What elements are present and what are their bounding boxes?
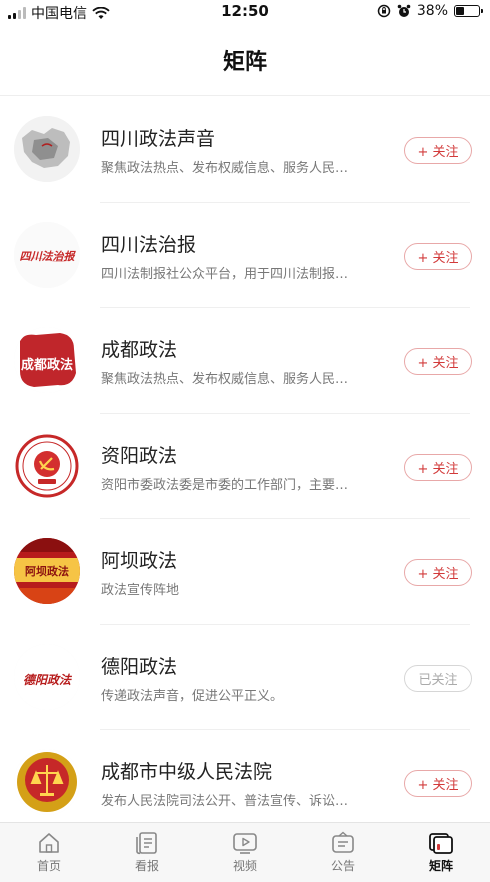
calligraphy-logo: 德阳政法 xyxy=(14,643,80,710)
party-emblem-logo xyxy=(14,432,80,499)
avatar-text: 阿坝政法 xyxy=(25,564,69,578)
status-bar: 中国电信 12:50 38% xyxy=(0,0,490,24)
list-item[interactable]: 四川法治报 四川法治报 四川法制报社公众平台，用于四川法制报社新闻发布 + 关注 xyxy=(0,203,490,308)
follow-button[interactable]: + 关注 xyxy=(404,137,472,164)
tab-label: 看报 xyxy=(134,859,159,873)
status-right: 38% xyxy=(377,3,483,19)
page-header: 矩阵 xyxy=(0,24,490,96)
matrix-icon xyxy=(429,833,453,854)
orientation-lock-icon xyxy=(377,4,391,18)
alarm-icon xyxy=(397,4,411,17)
account-desc: 聚焦政法热点、发布权威信息、服务人民群众 xyxy=(101,161,351,176)
follow-button[interactable]: + 关注 xyxy=(404,559,472,586)
list-item[interactable]: 四川政法声音 聚焦政法热点、发布权威信息、服务人民群众 + 关注 xyxy=(0,97,490,203)
tab-label: 视频 xyxy=(232,859,257,873)
account-desc: 聚焦政法热点、发布权威信息、服务人民群众 xyxy=(101,372,351,387)
tab-label: 矩阵 xyxy=(428,859,453,873)
account-name: 四川法治报 xyxy=(101,233,197,256)
battery-percent: 38% xyxy=(416,3,448,19)
notice-icon xyxy=(332,831,354,853)
tab-label: 公告 xyxy=(330,859,355,873)
account-name: 阿坝政法 xyxy=(101,550,178,572)
account-desc: 发布人民法院司法公开、普法宣传、诉讼服务信息 xyxy=(101,794,351,809)
list-item[interactable]: 资阳政法 资阳市委政法委是市委的工作部门，主要职责是 + 关注 xyxy=(0,414,490,519)
follow-button[interactable]: + 关注 xyxy=(404,242,472,270)
following-button[interactable]: 已关注 xyxy=(404,664,472,692)
tab-video[interactable]: 视频 xyxy=(196,823,294,882)
tab-home[interactable]: 首页 xyxy=(0,823,98,882)
banner-logo: 阿坝政法 xyxy=(14,538,80,604)
account-desc: 传递政法声音，促进公平正义。 xyxy=(101,688,284,704)
account-name: 成都政法 xyxy=(101,339,178,361)
follow-button[interactable]: + 关注 xyxy=(404,348,472,375)
home-icon xyxy=(39,833,59,853)
tab-notice[interactable]: 公告 xyxy=(294,823,392,882)
account-desc: 政法宣传阵地 xyxy=(101,583,180,598)
tab-matrix[interactable]: 矩阵 xyxy=(392,823,490,882)
seal-logo: 成都政法 xyxy=(14,327,80,393)
tab-newspaper[interactable]: 看报 xyxy=(98,823,196,882)
account-name: 资阳政法 xyxy=(101,444,178,467)
tab-label: 首页 xyxy=(36,859,61,873)
account-desc: 四川法制报社公众平台，用于四川法制报社新闻发布 xyxy=(101,266,351,282)
video-icon xyxy=(233,833,257,854)
follow-button[interactable]: + 关注 xyxy=(404,770,472,797)
list-item[interactable]: 阿坝政法 阿坝政法 政法宣传阵地 + 关注 xyxy=(0,519,490,625)
account-name: 四川政法声音 xyxy=(101,128,216,150)
avatar-text: 德阳政法 xyxy=(23,673,73,687)
court-emblem-logo xyxy=(14,749,80,815)
account-desc: 资阳市委政法委是市委的工作部门，主要职责是 xyxy=(101,477,351,493)
calligraphy-logo: 四川法治报 xyxy=(14,221,80,288)
avatar-text: 四川法治报 xyxy=(20,250,77,263)
account-name: 成都市中级人民法院 xyxy=(101,761,273,783)
account-list: 四川政法声音 聚焦政法热点、发布权威信息、服务人民群众 + 关注 四川法治报 四… xyxy=(0,97,490,836)
account-name: 德阳政法 xyxy=(101,655,178,678)
bottom-tab-bar: 首页 看报 视频 公告 矩阵 xyxy=(0,822,490,882)
battery-icon xyxy=(454,5,483,17)
newspaper-icon xyxy=(136,832,157,855)
list-item[interactable]: 德阳政法 德阳政法 传递政法声音，促进公平正义。 已关注 xyxy=(0,625,490,730)
page-title: 矩阵 xyxy=(222,49,267,75)
avatar-text: 成都政法 xyxy=(21,357,73,373)
sichuan-map-logo xyxy=(14,116,80,182)
follow-button[interactable]: + 关注 xyxy=(404,453,472,481)
list-item[interactable]: 成都市中级人民法院 发布人民法院司法公开、普法宣传、诉讼服务信息 + 关注 xyxy=(0,730,490,836)
list-item[interactable]: 成都政法 成都政法 聚焦政法热点、发布权威信息、服务人民群众 + 关注 xyxy=(0,308,490,414)
